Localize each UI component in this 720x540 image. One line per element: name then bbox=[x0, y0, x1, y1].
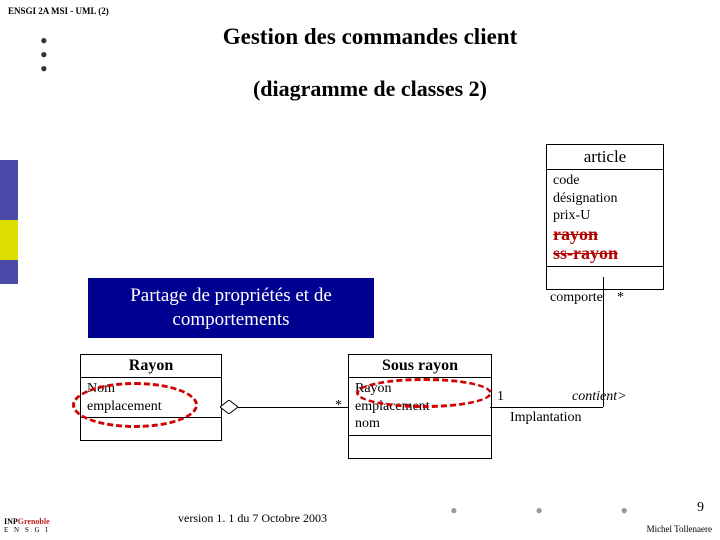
bullet-decoration: ••• bbox=[40, 34, 48, 76]
decor-stripe bbox=[0, 220, 18, 260]
uml-class-rayon: Rayon Nom emplacement bbox=[80, 354, 222, 441]
uml-class-article: article code désignation prix-U rayon ss… bbox=[546, 144, 664, 290]
uml-class-sousrayon: Sous rayon Rayon emplacement nom bbox=[348, 354, 492, 459]
footer-version: version 1. 1 du 7 Octobre 2003 bbox=[178, 511, 327, 526]
uml-class-name: Sous rayon bbox=[349, 355, 491, 378]
page-number: 9 bbox=[697, 500, 704, 516]
assoc-label-comporte: comporte bbox=[550, 290, 603, 306]
uml-class-ops bbox=[81, 418, 221, 440]
uml-class-attrs: Nom emplacement bbox=[81, 378, 221, 418]
page-title: Gestion des commandes client bbox=[160, 24, 580, 50]
mult-one: 1 bbox=[497, 389, 504, 405]
assoc-label-implantation: Implantation bbox=[510, 410, 582, 426]
logo-inp-grenoble: INPGrenoble E N S G I bbox=[4, 518, 50, 534]
uml-class-attrs: code désignation prix-U rayon ss-rayon bbox=[547, 170, 663, 267]
aggregation-diamond-icon bbox=[220, 400, 238, 414]
footer-author: Michel Tollenaere bbox=[647, 524, 712, 534]
uml-class-name: Rayon bbox=[81, 355, 221, 378]
page-subtitle: (diagramme de classes 2) bbox=[160, 76, 580, 102]
assoc-line bbox=[490, 407, 603, 408]
assoc-line bbox=[603, 277, 604, 407]
decor-stripe bbox=[0, 260, 18, 284]
mult-star: * bbox=[617, 290, 624, 306]
assoc-label-contient: contient> bbox=[572, 389, 627, 405]
course-code: ENSGI 2A MSI - UML (2) bbox=[8, 6, 109, 16]
decor-stripe bbox=[0, 160, 18, 220]
callout-box: Partage de propriétés et de comportement… bbox=[88, 278, 374, 338]
uml-class-ops bbox=[349, 436, 491, 458]
mult-star: * bbox=[335, 398, 342, 414]
uml-class-attrs: Rayon emplacement nom bbox=[349, 378, 491, 436]
uml-class-ops bbox=[547, 267, 663, 289]
assoc-line bbox=[220, 407, 348, 408]
uml-class-name: article bbox=[547, 145, 663, 170]
footer-dots: • • • bbox=[450, 498, 664, 524]
